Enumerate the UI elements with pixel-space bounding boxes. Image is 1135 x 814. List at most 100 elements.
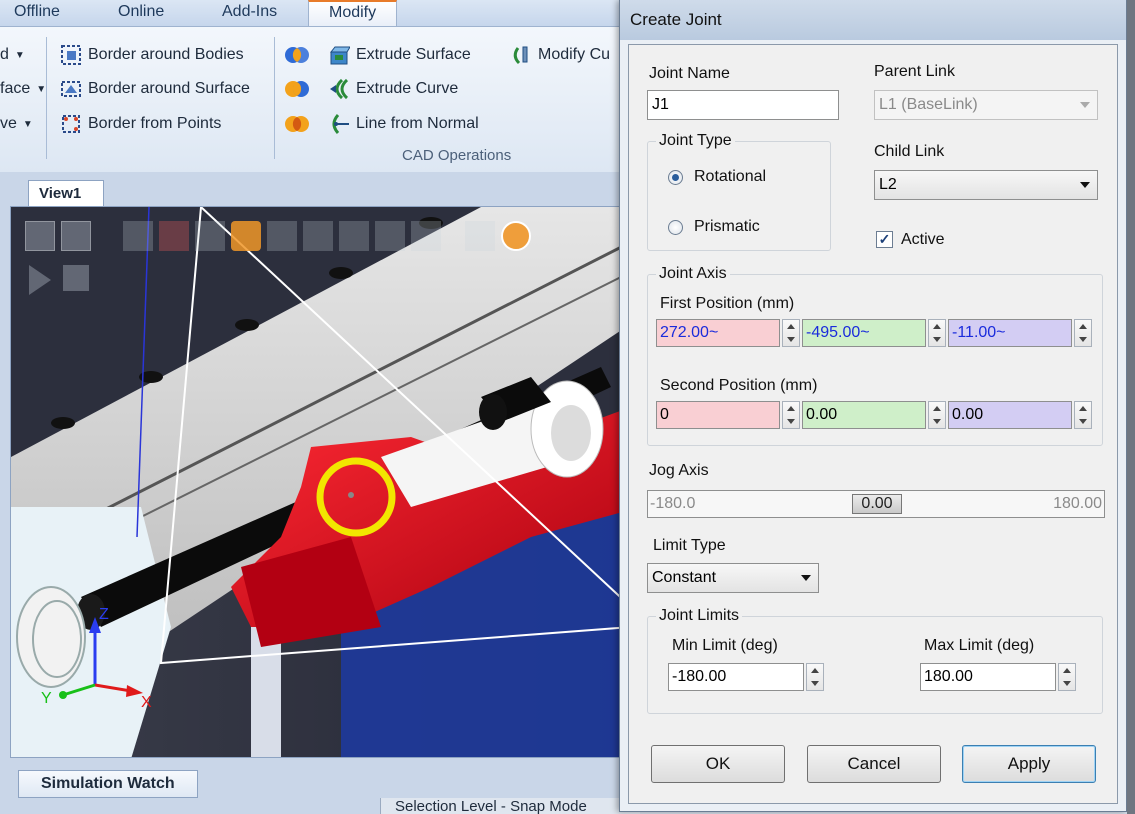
tab-offline[interactable]: Offline xyxy=(14,3,60,21)
border-from-points-button[interactable]: Border from Points xyxy=(60,113,221,135)
second-position-z[interactable]: 0.00 xyxy=(948,401,1072,429)
viewport-toolbar xyxy=(25,221,531,251)
first-position-x-spinner[interactable] xyxy=(782,319,800,347)
parent-link-select: L1 (BaseLink) xyxy=(874,90,1098,120)
joint-name-input[interactable] xyxy=(647,90,839,120)
create-joint-dialog: Create Joint Joint Name Parent Link L1 (… xyxy=(619,0,1127,812)
border-around-surface-button[interactable]: Border around Surface xyxy=(60,78,250,100)
active-label[interactable]: Active xyxy=(901,231,945,249)
line-from-normal-button[interactable]: Line from Normal xyxy=(328,113,479,135)
robot-scene: Z Y X xyxy=(11,207,639,757)
right-edge-scrollbar xyxy=(1127,0,1135,814)
extrude-surface-button[interactable]: Extrude Surface xyxy=(328,44,471,66)
first-position-y[interactable]: -495.00~ xyxy=(802,319,926,347)
axis-z-label: Z xyxy=(99,606,109,623)
first-position-y-spinner[interactable] xyxy=(928,319,946,347)
group-separator xyxy=(274,37,275,159)
limit-type-select[interactable]: Constant xyxy=(647,563,819,593)
parent-link-label: Parent Link xyxy=(874,63,955,80)
tab-modify[interactable]: Modify xyxy=(308,0,398,27)
limit-type-value: Constant xyxy=(652,569,717,586)
active-checkbox[interactable]: ✓ xyxy=(876,231,893,248)
status-text: Selection Level - Snap Mode xyxy=(395,798,587,814)
prismatic-label[interactable]: Prismatic xyxy=(694,218,760,236)
view-wire-icon[interactable] xyxy=(267,221,297,251)
extrude-curve-icon xyxy=(328,78,350,100)
joint-limits-legend: Joint Limits xyxy=(656,607,743,625)
min-limit-spinner[interactable] xyxy=(806,663,824,691)
ribbon-body: d ▼ face ▼ ve ▼ Border around Bodies Border… xyxy=(0,26,640,172)
ribbon-dropdown-3-label: ve xyxy=(0,115,17,132)
max-limit-spinner[interactable] xyxy=(1058,663,1076,691)
rotational-radio[interactable] xyxy=(668,170,683,185)
view-target-icon[interactable] xyxy=(501,221,531,251)
child-link-select[interactable]: L2 xyxy=(874,170,1098,200)
prismatic-radio[interactable] xyxy=(668,220,683,235)
boolean-subtract-icon[interactable] xyxy=(284,113,309,135)
view-frame-icon[interactable] xyxy=(375,221,405,251)
joint-axis-group: Joint Axis First Position (mm) 272.00~ -… xyxy=(647,265,1103,446)
first-position-x[interactable]: 272.00~ xyxy=(656,319,780,347)
tab-add-ins[interactable]: Add-Ins xyxy=(222,3,277,21)
first-position-z-spinner[interactable] xyxy=(1074,319,1092,347)
ribbon-dropdown-2[interactable]: face ▼ xyxy=(0,80,46,98)
view-fit-icon[interactable] xyxy=(25,221,55,251)
first-position-label: First Position (mm) xyxy=(660,295,795,312)
3d-viewport[interactable]: Z Y X xyxy=(10,206,640,758)
dialog-body: Joint Name Parent Link L1 (BaseLink) Joi… xyxy=(628,44,1118,804)
jog-axis-label: Jog Axis xyxy=(649,462,709,479)
view-cube-icon[interactable] xyxy=(195,221,225,251)
border-bodies-icon xyxy=(60,44,82,66)
view-snap-icon[interactable] xyxy=(339,221,369,251)
first-position-z[interactable]: -11.00~ xyxy=(948,319,1072,347)
view-link-icon[interactable] xyxy=(411,221,441,251)
min-limit-input[interactable]: -180.00 xyxy=(668,663,804,691)
second-position-z-spinner[interactable] xyxy=(1074,401,1092,429)
child-link-label: Child Link xyxy=(874,143,945,160)
extrude-surface-icon xyxy=(328,44,351,66)
axis-x-label: X xyxy=(141,694,152,711)
jog-max-label: 180.00 xyxy=(1053,495,1102,512)
chevron-down-icon: ▼ xyxy=(36,83,47,95)
stop-icon[interactable] xyxy=(63,265,89,291)
view-zoom-icon[interactable] xyxy=(61,221,91,251)
tab-online[interactable]: Online xyxy=(118,3,164,21)
ribbon-dropdown-3[interactable]: ve ▼ xyxy=(0,115,33,133)
border-from-points-label: Border from Points xyxy=(88,115,222,132)
play-icon[interactable] xyxy=(29,265,51,295)
parent-link-value: L1 (BaseLink) xyxy=(879,96,978,113)
second-position-x-spinner[interactable] xyxy=(782,401,800,429)
rotational-label[interactable]: Rotational xyxy=(694,168,766,186)
chevron-down-icon: ▼ xyxy=(22,118,33,130)
apply-button[interactable]: Apply xyxy=(962,745,1096,783)
jog-axis-slider[interactable]: -180.0 0.00 180.00 xyxy=(647,490,1105,518)
max-limit-input[interactable]: 180.00 xyxy=(920,663,1056,691)
cad-operations-group-label: CAD Operations xyxy=(402,147,512,164)
ribbon: Offline Online Add-Ins Modify d ▼ face ▼ v… xyxy=(0,0,640,172)
border-points-icon xyxy=(60,113,82,135)
view-shaded-icon[interactable] xyxy=(231,221,261,251)
view-points-icon[interactable] xyxy=(303,221,333,251)
joint-axis-legend: Joint Axis xyxy=(656,265,730,283)
dialog-title-bar[interactable]: Create Joint xyxy=(620,0,1126,40)
simulation-watch-tab[interactable]: Simulation Watch xyxy=(18,770,198,798)
modify-curve-button[interactable]: Modify Cu xyxy=(510,44,610,66)
second-position-y[interactable]: 0.00 xyxy=(802,401,926,429)
jog-slider-thumb[interactable]: 0.00 xyxy=(852,494,902,514)
view-box-icon[interactable] xyxy=(159,221,189,251)
second-position-y-spinner[interactable] xyxy=(928,401,946,429)
view-grid-icon[interactable] xyxy=(465,221,495,251)
axis-y-label: Y xyxy=(41,690,52,707)
extrude-curve-button[interactable]: Extrude Curve xyxy=(328,78,458,100)
border-around-bodies-button[interactable]: Border around Bodies xyxy=(60,44,244,66)
view1-tab-label: View1 xyxy=(39,185,82,202)
boolean-union-icon[interactable] xyxy=(284,44,309,66)
boolean-intersect-icon[interactable] xyxy=(284,78,309,100)
cancel-button[interactable]: Cancel xyxy=(807,745,941,783)
second-position-x[interactable]: 0 xyxy=(656,401,780,429)
ok-button[interactable]: OK xyxy=(651,745,785,783)
ribbon-dropdown-1[interactable]: d ▼ xyxy=(0,46,25,64)
view-rotate-icon[interactable] xyxy=(123,221,153,251)
view1-tab[interactable]: View1 xyxy=(28,180,104,206)
joint-name-label: Joint Name xyxy=(649,65,730,82)
